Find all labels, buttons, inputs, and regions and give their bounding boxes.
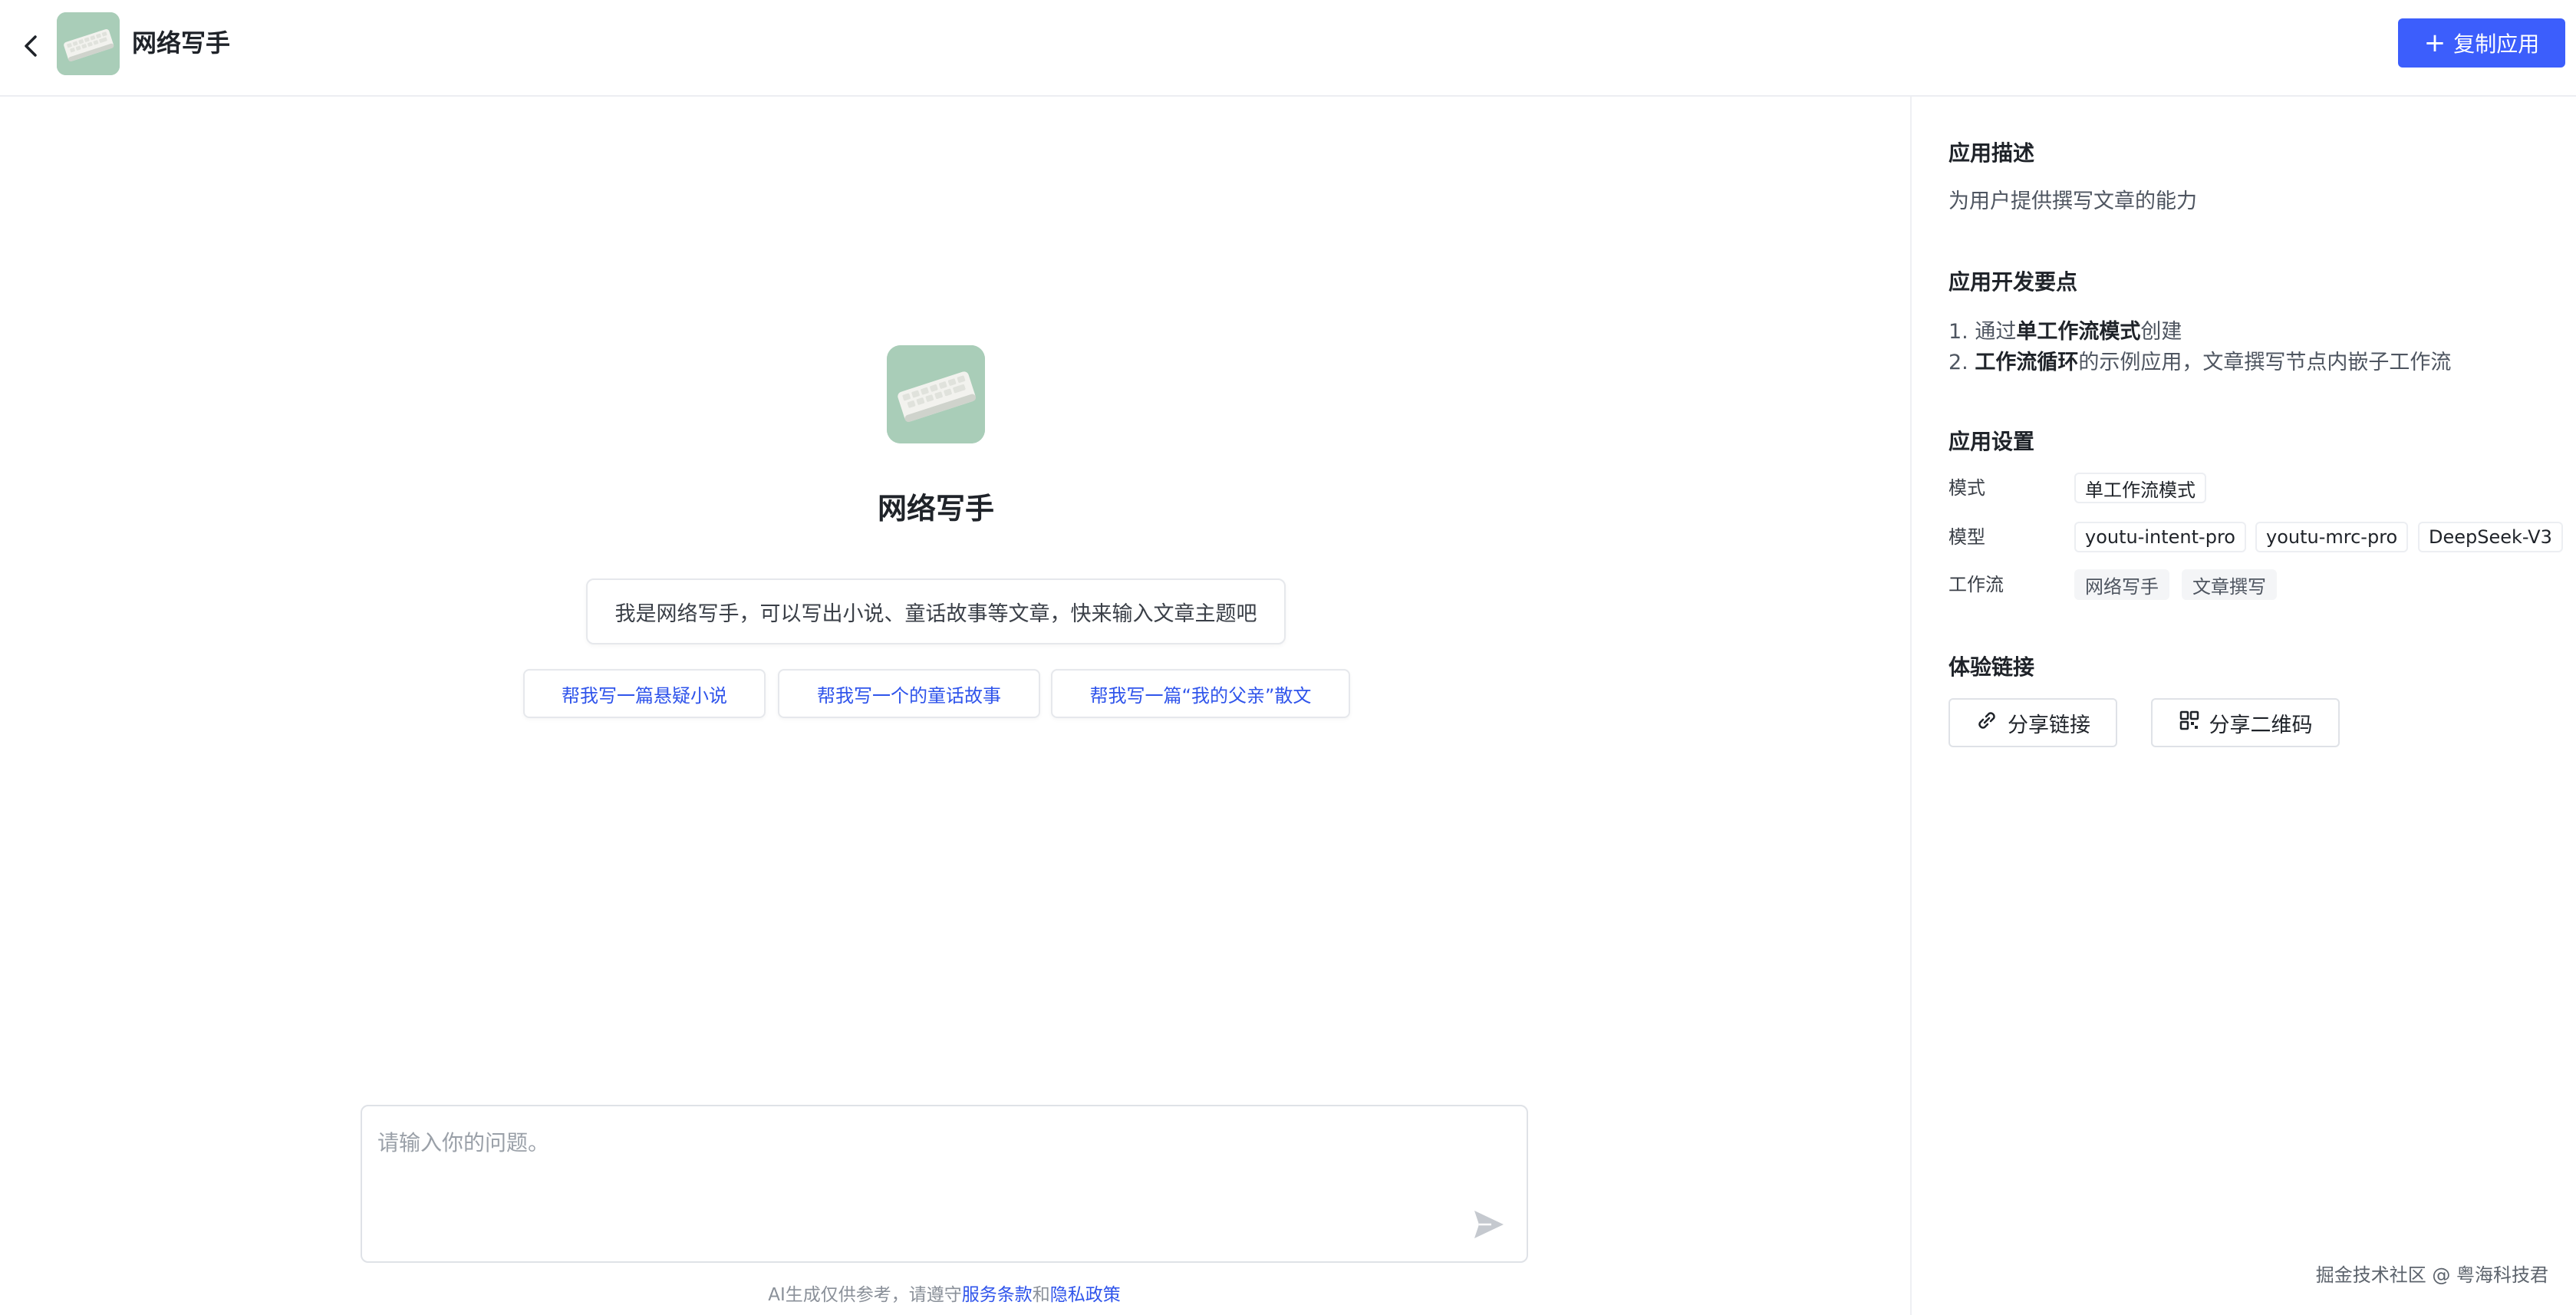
question-input[interactable]: [377, 1126, 1451, 1218]
intro-message: 我是网络写手，可以写出小说、童话故事等文章，快来输入文章主题吧: [586, 578, 1286, 644]
workflow-tag: 文章撰写: [2182, 569, 2277, 600]
links-heading: 体验链接: [1948, 654, 2035, 680]
credit-watermark: 掘金技术社区 @ 粤海科技君: [2315, 1264, 2548, 1286]
mode-tag: 单工作流模式: [2074, 473, 2206, 503]
suggestion-chip[interactable]: 帮我写一个的童话故事: [778, 669, 1040, 718]
dev-point-2: 2. 工作流循环的示例应用，文章撰写节点内嵌子工作流: [1948, 345, 2451, 375]
suggestion-chip[interactable]: 帮我写一篇悬疑小说: [523, 669, 766, 718]
link-icon: [1975, 709, 1998, 737]
share-link-button[interactable]: 分享链接: [1948, 698, 2117, 747]
model-label: 模型: [1948, 526, 1985, 548]
dev-points-heading: 应用开发要点: [1948, 269, 2078, 295]
copy-app-label: 复制应用: [2453, 31, 2540, 57]
welcome-avatar: [887, 345, 985, 443]
panel-divider: [1910, 97, 1912, 1315]
dev-point-1: 1. 通过单工作流模式创建: [1948, 315, 2182, 344]
privacy-link[interactable]: 隐私政策: [1050, 1285, 1121, 1305]
description-text: 为用户提供撰写文章的能力: [1948, 190, 2197, 213]
qr-code-icon: [2179, 710, 2200, 737]
top-bar: 网络写手 + 复制应用: [0, 0, 2576, 97]
dev-point-1-bold: 单工作流模式: [2016, 320, 2141, 344]
dev-point-2-prefix: 2.: [1948, 351, 1975, 374]
workflow-tag: 网络写手: [2074, 569, 2169, 600]
dev-point-1-suffix: 创建: [2140, 320, 2182, 344]
disclaimer-and: 和: [1032, 1285, 1050, 1305]
model-tag: youtu-intent-pro: [2074, 522, 2246, 552]
app-avatar: [57, 12, 120, 75]
workflow-label: 工作流: [1948, 574, 2004, 595]
back-icon[interactable]: [17, 31, 44, 61]
settings-heading: 应用设置: [1948, 429, 2035, 454]
mode-label: 模式: [1948, 477, 1985, 499]
copy-app-button[interactable]: + 复制应用: [2398, 18, 2565, 68]
share-qr-button[interactable]: 分享二维码: [2151, 698, 2340, 747]
chat-input-box: [361, 1105, 1528, 1263]
model-tag: youtu-mrc-pro: [2255, 522, 2409, 552]
share-link-label: 分享链接: [2008, 713, 2090, 737]
send-icon[interactable]: [1470, 1206, 1507, 1243]
terms-link[interactable]: 服务条款: [962, 1285, 1033, 1305]
disclaimer: AI生成仅供参考，请遵守服务条款和隐私政策: [0, 1280, 1889, 1306]
disclaimer-text: AI生成仅供参考，请遵守: [768, 1285, 962, 1305]
dev-point-2-bold: 工作流循环: [1975, 351, 2079, 374]
welcome-title: 网络写手: [877, 492, 994, 526]
model-tag: DeepSeek-V3: [2418, 522, 2563, 552]
suggestion-chip[interactable]: 帮我写一篇“我的父亲”散文: [1051, 669, 1350, 718]
plus-icon: +: [2423, 28, 2446, 58]
dev-point-2-suffix: 的示例应用，文章撰写节点内嵌子工作流: [2078, 351, 2452, 374]
share-qr-label: 分享二维码: [2209, 713, 2313, 737]
dev-point-1-prefix: 1. 通过: [1948, 320, 2017, 344]
description-heading: 应用描述: [1948, 140, 2035, 166]
app-title: 网络写手: [132, 28, 231, 58]
